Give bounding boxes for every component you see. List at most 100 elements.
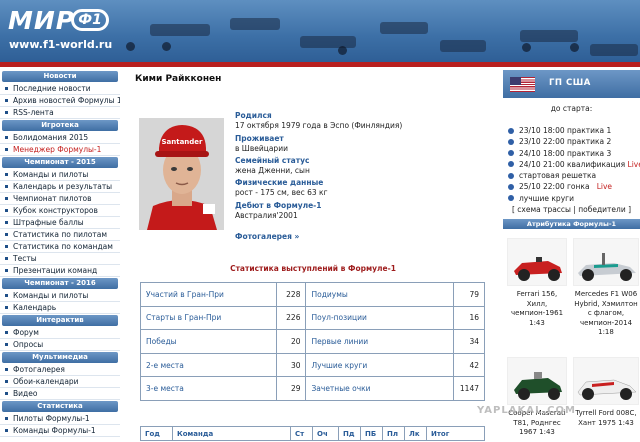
sidebar-item-penalty-points[interactable]: Штрафные баллы xyxy=(0,217,120,229)
stat-value: 16 xyxy=(452,305,486,331)
schedule-list: 23/10 18:00 практика 1 23/10 22:00 практ… xyxy=(503,125,640,204)
schedule-item[interactable]: 24/10 21:00 квалификация Live xyxy=(503,159,640,170)
header-divider xyxy=(0,62,640,67)
table-row: Участий в Гран-При 228 Подиумы 79 xyxy=(140,282,486,307)
sidebar-item-driver-stats[interactable]: Статистика по пилотам xyxy=(0,229,120,241)
sidebar-item-wallpapers[interactable]: Обои-календари xyxy=(0,376,120,388)
schedule-dot-icon xyxy=(508,195,514,202)
sidebar-item-constructors-cup[interactable]: Кубок конструкторов xyxy=(0,205,120,217)
stat-label[interactable]: Подиумы xyxy=(305,282,454,307)
schedule-item[interactable]: 25/10 22:00 гонка Live xyxy=(503,181,640,192)
merch-item[interactable]: Mercedes F1 W06 Hybrid, Хэмилтон с флаго… xyxy=(573,238,639,338)
sidebar-item-latest-news[interactable]: Последние новости xyxy=(0,83,120,95)
merch-caption[interactable]: Mercedes F1 W06 Hybrid, Хэмилтон с флаго… xyxy=(573,290,639,338)
sidebar-item-tests[interactable]: Тесты xyxy=(0,253,120,265)
merch-image[interactable] xyxy=(507,357,567,405)
header-car-decoration xyxy=(150,24,210,36)
stat-label[interactable]: Поул-позиции xyxy=(305,305,454,331)
schedule-text: 23/10 18:00 практика 1 xyxy=(519,126,612,135)
bio-born: Родился 17 октября 1979 года в Эспо (Фин… xyxy=(235,111,402,130)
sidebar-item-bolidomania[interactable]: Болидомания 2015 xyxy=(0,132,120,144)
header-car-decoration xyxy=(230,18,280,30)
sidebar-section-championship-2015: Чемпионат - 2015 xyxy=(2,157,118,168)
stat-label[interactable]: 2-е места xyxy=(140,352,277,378)
sidebar-item-team-presentations[interactable]: Презентации команд xyxy=(0,265,120,277)
schedule-item[interactable]: 23/10 18:00 практика 1 xyxy=(503,125,640,136)
schedule-item[interactable]: 23/10 22:00 практика 2 xyxy=(503,136,640,147)
stat-label[interactable]: Лучшие круги xyxy=(305,352,454,378)
sidebar-item-calendar-results[interactable]: Календарь и результаты xyxy=(0,181,120,193)
bio-family: Семейный статус жена Дженни, сын xyxy=(235,156,310,175)
header-wheel-decoration xyxy=(338,46,347,55)
sidebar-item-polls[interactable]: Опросы xyxy=(0,339,120,351)
col-points: Оч xyxy=(312,426,339,441)
red-car-model-icon xyxy=(514,257,562,281)
bio-born-value: 17 октября 1979 года в Эспо (Финляндия) xyxy=(235,120,403,130)
stat-label[interactable]: 3-е места xyxy=(140,376,277,401)
photo-gallery-link[interactable]: Фотогалерея » xyxy=(235,232,299,241)
col-poles: Пл xyxy=(382,426,405,441)
gp-title[interactable]: ГП США xyxy=(549,78,591,88)
sidebar-item-calendar-2016[interactable]: Календарь xyxy=(0,302,120,314)
bio-debut-value: Австралия'2001 xyxy=(235,210,298,220)
sidebar-item-team-stats[interactable]: Статистика по командам xyxy=(0,241,120,253)
main-content: Кими Райкконен Santander Родился 17 октя… xyxy=(128,70,498,442)
col-team: Команда xyxy=(172,426,291,441)
bio-debut-label: Дебют в Формуле-1 xyxy=(235,201,322,210)
results-table: Год Команда Ст Оч Пд ПБ Пл Лк Итог xyxy=(140,426,485,441)
sidebar-item-photo-gallery[interactable]: Фотогалерея xyxy=(0,364,120,376)
stat-label[interactable]: Зачетные очки xyxy=(305,376,454,401)
sidebar-item-rss[interactable]: RSS-лента xyxy=(0,107,120,119)
sidebar-item-news-archive[interactable]: Архив новостей Формулы 1 xyxy=(0,95,120,107)
stat-label[interactable]: Победы xyxy=(140,329,277,354)
merch-caption[interactable]: Tyrrell Ford 008C, Хант 1975 1:43 xyxy=(573,409,639,428)
stat-label[interactable]: Первые линии xyxy=(305,329,454,354)
site-logo[interactable]: МИР xyxy=(8,6,75,35)
table-row: 2-е места 30 Лучшие круги 42 xyxy=(140,352,486,378)
schedule-dot-icon xyxy=(508,172,514,179)
merch-item[interactable]: Tyrrell Ford 008C, Хант 1975 1:43 xyxy=(573,357,639,428)
live-link[interactable]: Live xyxy=(597,182,612,191)
schedule-item[interactable]: 24/10 18:00 практика 3 xyxy=(503,148,640,159)
merch-item[interactable]: Cooper Maserati T81, Роднгес 1967 1:43 xyxy=(507,357,567,438)
schedule-text: 25/10 22:00 гонка xyxy=(519,182,590,192)
schedule-item[interactable]: лучшие круги xyxy=(503,193,640,204)
sidebar-section-games: Игротека xyxy=(2,120,118,131)
header-wheel-decoration xyxy=(522,43,531,52)
live-link[interactable]: Live xyxy=(628,160,640,169)
stat-value: 29 xyxy=(275,376,307,401)
schedule-text: 24/10 21:00 квалификация xyxy=(519,159,626,169)
sidebar-item-forum[interactable]: Форум xyxy=(0,327,120,339)
driver-photo-icon: Santander xyxy=(139,118,224,230)
col-laps: Лк xyxy=(404,426,427,441)
sidebar-item-f1-drivers[interactable]: Пилоты Формулы-1 xyxy=(0,413,120,425)
merch-caption[interactable]: Ferrari 156, Хилл, чемпион-1961 1:43 xyxy=(507,290,567,328)
schedule-item[interactable]: стартовая решетка xyxy=(503,170,640,181)
stat-value: 79 xyxy=(452,282,486,307)
stat-value: 42 xyxy=(452,352,486,378)
merch-image[interactable] xyxy=(507,238,567,286)
stat-label[interactable]: Старты в Гран-При xyxy=(140,305,277,331)
site-url[interactable]: www.f1-world.ru xyxy=(9,38,112,51)
sidebar-item-teams-drivers[interactable]: Команды и пилоты xyxy=(0,169,120,181)
table-row: Победы 20 Первые линии 34 xyxy=(140,329,486,354)
schedule-text: 23/10 22:00 практика 2 xyxy=(519,137,612,147)
svg-text:Santander: Santander xyxy=(161,138,203,146)
sidebar-item-video[interactable]: Видео xyxy=(0,388,120,400)
col-podiums: Пд xyxy=(338,426,361,441)
col-result: Итог xyxy=(426,426,485,441)
green-car-model-icon xyxy=(514,372,562,400)
bio-debut: Дебют в Формуле-1 Австралия'2001 xyxy=(235,201,322,220)
sidebar-item-f1-teams[interactable]: Команды Формулы-1 xyxy=(0,425,120,437)
stat-value: 34 xyxy=(452,329,486,354)
track-links[interactable]: [ схема трассы | победители ] xyxy=(503,205,640,216)
sidebar-item-manager[interactable]: Менеджер Формулы-1 xyxy=(0,144,120,156)
stat-label[interactable]: Участий в Гран-При xyxy=(140,282,277,307)
schedule-text: лучшие круги xyxy=(519,193,574,203)
merch-item[interactable]: Ferrari 156, Хилл, чемпион-1961 1:43 xyxy=(507,238,567,328)
merch-image[interactable] xyxy=(573,357,639,405)
merch-image[interactable] xyxy=(573,238,639,286)
sidebar-item-drivers-championship[interactable]: Чемпионат пилотов xyxy=(0,193,120,205)
logo-badge[interactable]: Ф1 xyxy=(71,9,109,31)
sidebar-item-teams-drivers-2016[interactable]: Команды и пилоты xyxy=(0,290,120,302)
